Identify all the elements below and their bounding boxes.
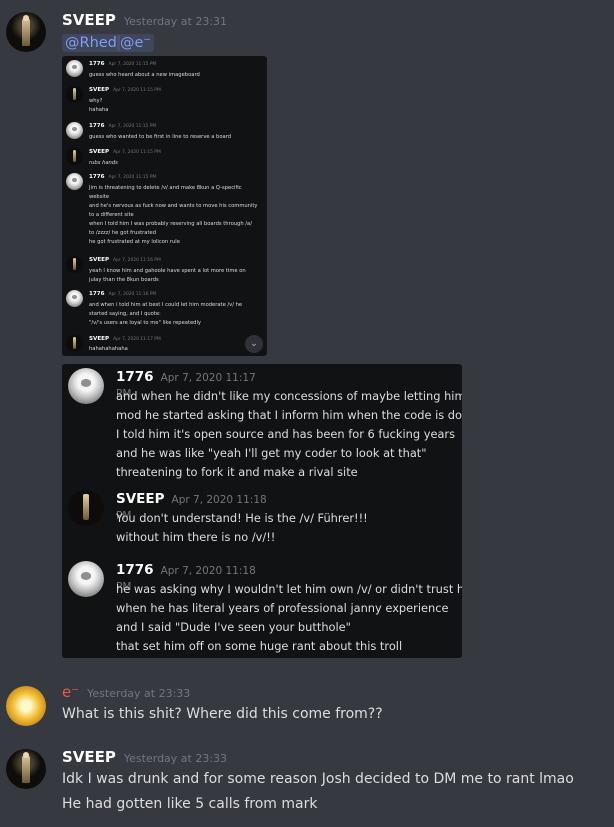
- avatar-1776: [66, 290, 83, 307]
- username[interactable]: SVEEP Yesterday at 23:31: [62, 11, 227, 29]
- avatar-1776: [68, 561, 104, 597]
- screenshot-message: 1776 Apr 7, 2020 11:15 PM guess who heard…: [62, 60, 267, 78]
- screenshot-message: SVEEP Apr 7, 2020 11:17 PM hahahahahaha: [62, 335, 267, 352]
- avatar-sveep: [66, 86, 83, 103]
- mention-e[interactable]: @e⁻: [117, 34, 155, 52]
- chevron-down-icon[interactable]: ⌄: [245, 335, 263, 353]
- username[interactable]: e⁻ Yesterday at 23:33: [62, 683, 190, 701]
- timestamp: Yesterday at 23:33: [87, 687, 191, 700]
- avatar-1776: [66, 122, 83, 139]
- message-text: Idk I was drunk and for some reason Josh…: [62, 771, 574, 787]
- message-text: What is this shit? Where did this come f…: [62, 706, 383, 722]
- timestamp: Yesterday at 23:33: [123, 752, 228, 765]
- avatar-1776: [68, 368, 104, 404]
- avatar-sveep: [68, 490, 104, 526]
- avatar-e[interactable]: [6, 686, 46, 726]
- screenshot-attachment-1[interactable]: 1776 Apr 7, 2020 11:15 PM guess who heard…: [62, 56, 267, 356]
- avatar-sveep: [66, 148, 83, 165]
- message-text: He had gotten like 5 calls from mark: [62, 796, 318, 812]
- username[interactable]: SVEEP Yesterday at 23:33: [62, 748, 227, 766]
- screenshot-message: SVEEP Apr 7, 2020 11:15 PM why? hahaha: [62, 86, 267, 113]
- screenshot-message: 1776 Apr 7, 2020 11:15 PM Jim is threaten…: [62, 173, 267, 245]
- avatar-1776: [66, 173, 83, 190]
- avatar-1776: [66, 60, 83, 77]
- avatar-sveep: [66, 335, 83, 352]
- screenshot-message: SVEEP Apr 7, 2020 11:16 PM yeah I know hi…: [62, 256, 267, 283]
- avatar-sveep[interactable]: [6, 749, 46, 789]
- screenshot-message: 1776 Apr 7, 2020 11:16 PM and when i told…: [62, 290, 267, 326]
- mention-rhed[interactable]: @Rhed: [62, 34, 120, 52]
- timestamp: Yesterday at 23:31: [123, 15, 228, 28]
- screenshot-attachment-2[interactable]: 1776 Apr 7, 2020 11:17 PM and when he did…: [62, 364, 462, 658]
- screenshot-message: 1776 Apr 7, 2020 11:15 PM guess who wante…: [62, 122, 267, 140]
- screenshot-message: SVEEP Apr 7, 2020 11:15 PM rubs hands: [62, 148, 267, 166]
- avatar-sveep[interactable]: [6, 12, 46, 52]
- avatar-sveep: [66, 256, 83, 273]
